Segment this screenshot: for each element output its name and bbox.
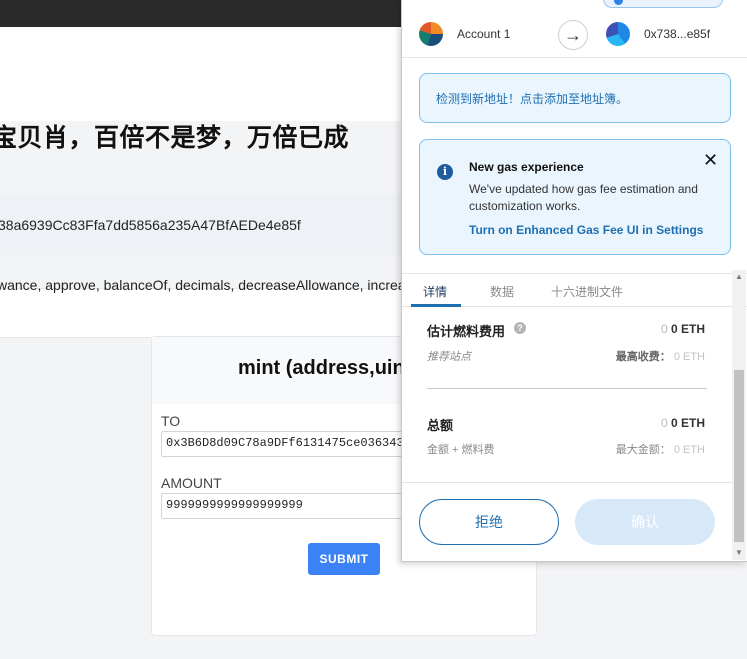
max-amount-value: 0 ETH	[673, 444, 705, 456]
section-divider	[427, 388, 707, 389]
scroll-down-icon[interactable]: ▼	[735, 548, 743, 557]
account-bar: Account 1 → 0x738...e85f	[402, 12, 747, 58]
total-amount: 0 0 ETH	[661, 416, 705, 430]
recipient-address[interactable]: 0x738...e85f	[644, 27, 710, 41]
metamask-popup: Account 1 → 0x738...e85f 检测到新地址！点击添加至地址簿…	[401, 0, 747, 562]
enhanced-gas-settings-link[interactable]: Turn on Enhanced Gas Fee UI in Settings	[469, 223, 703, 237]
account-name[interactable]: Account 1	[457, 27, 510, 41]
total-amount-secondary: 0	[660, 416, 668, 430]
contract-address: 38a6939Cc83Ffa7dd5856a235A47BfAEDe4e85f	[0, 217, 301, 233]
fee-amount-secondary: 0	[660, 322, 668, 336]
close-icon[interactable]: ✕	[703, 151, 718, 169]
reject-button[interactable]: 拒绝	[419, 499, 559, 545]
account-avatar-icon	[419, 22, 443, 46]
tab-hex[interactable]: 十六进制文件	[551, 283, 623, 300]
max-fee: 最高收费： 0 ETH	[616, 348, 705, 364]
arrow-right-icon: →	[558, 20, 588, 50]
site-suggested-label: 推荐站点	[427, 351, 471, 363]
gas-notice-title: New gas experience	[469, 160, 584, 174]
amount-label: AMOUNT	[161, 475, 222, 491]
gas-experience-notice: i New gas experience We've updated how g…	[419, 139, 731, 255]
max-amount: 最大金额： 0 ETH	[616, 441, 705, 457]
recipient-avatar-icon	[606, 22, 630, 46]
max-fee-value: 0 ETH	[673, 351, 705, 363]
scrollbar[interactable]: ▲ ▼	[732, 270, 746, 560]
info-icon: i	[437, 164, 453, 180]
max-fee-label: 最高收费：	[615, 351, 671, 363]
to-label: TO	[161, 413, 181, 429]
tab-data[interactable]: 数据	[490, 283, 514, 300]
total-label: 总额	[427, 418, 454, 433]
new-address-notice-text: 检测到新地址！点击添加至地址簿。	[436, 92, 629, 106]
fee-amount-primary: 0 ETH	[670, 322, 705, 336]
tab-details[interactable]: 详情	[423, 283, 447, 300]
detail-tabs: 详情 数据 十六进制文件	[402, 273, 747, 307]
total-amount-primary: 0 ETH	[670, 416, 705, 430]
network-pill[interactable]	[603, 0, 723, 8]
amount-plus-gas-label: 金额 + 燃料费	[427, 444, 495, 456]
estimated-gas-fee-label: 估计燃料费用	[427, 324, 506, 339]
estimated-gas-fee-amount: 0 0 ETH	[661, 322, 705, 336]
confirm-button[interactable]: 确认	[575, 499, 715, 545]
max-amount-label: 最大金额：	[615, 444, 671, 456]
footer-divider	[402, 482, 732, 483]
page-headline: 宝贝肖，百倍不是梦，万倍已成	[0, 124, 350, 152]
new-address-notice[interactable]: 检测到新地址！点击添加至地址簿。	[419, 73, 731, 123]
scrollbar-thumb[interactable]	[734, 370, 744, 542]
gas-notice-body: We've updated how gas fee estimation and…	[469, 182, 698, 213]
mint-card-title: mint (address,uin	[238, 357, 405, 379]
help-icon[interactable]: ?	[514, 322, 526, 334]
contract-methods: wance, approve, balanceOf, decimals, dec…	[0, 277, 406, 293]
active-tab-indicator	[411, 304, 461, 307]
submit-button[interactable]: SUBMIT	[308, 543, 380, 575]
network-dot-icon	[614, 0, 623, 5]
scroll-up-icon[interactable]: ▲	[735, 272, 743, 281]
